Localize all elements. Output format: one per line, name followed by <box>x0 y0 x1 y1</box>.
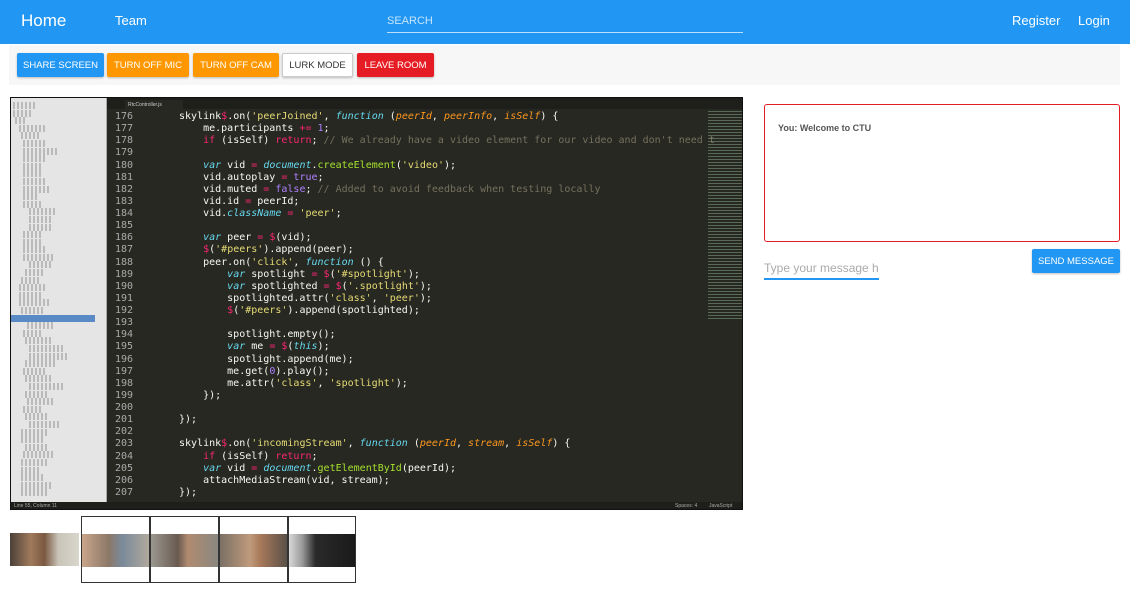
file-tree-row <box>21 276 41 284</box>
participant-video-4[interactable] <box>288 516 356 583</box>
file-tree-row <box>23 329 43 337</box>
file-tree-row <box>21 436 43 444</box>
editor-tab: RtcController.js <box>125 100 183 109</box>
file-tree-row <box>23 139 45 147</box>
turn-off-cam-button[interactable]: TURN OFF CAM <box>193 53 279 77</box>
file-tree-row <box>29 352 67 360</box>
file-tree-row <box>29 382 65 390</box>
file-tree-row <box>23 405 43 413</box>
file-tree-row <box>21 428 49 436</box>
file-tree-row <box>27 322 53 330</box>
file-tree-row <box>23 147 57 155</box>
status-position: Line 55, Column 11 <box>14 503 57 509</box>
code-minimap <box>708 111 742 321</box>
file-tree-row <box>25 413 49 421</box>
nav-login-link[interactable]: Login <box>1078 13 1110 28</box>
file-tree-row <box>21 466 39 474</box>
file-tree-row <box>15 117 27 125</box>
shared-screen-video[interactable]: RtcController.js 176 177 178 179 180 181… <box>10 97 743 510</box>
file-tree-row <box>25 443 49 451</box>
file-tree-row <box>21 307 45 315</box>
lurk-mode-button[interactable]: LURK MODE <box>282 53 353 77</box>
file-tree-row <box>23 451 53 459</box>
file-tree-row <box>25 375 53 383</box>
file-tree-row <box>13 102 35 109</box>
participant-video-2[interactable] <box>150 516 219 583</box>
send-message-button[interactable]: SEND MESSAGE <box>1032 249 1120 273</box>
file-tree-row <box>29 223 53 231</box>
turn-off-mic-button[interactable]: TURN OFF MIC <box>107 53 189 77</box>
nav-register-link[interactable]: Register <box>1012 13 1060 28</box>
chat-message: You: Welcome to CTU <box>778 123 872 133</box>
file-tree-row <box>25 337 53 345</box>
nav-home-link[interactable]: Home <box>21 11 66 31</box>
file-tree-row <box>21 458 47 466</box>
file-tree-row <box>23 231 43 239</box>
file-tree-row <box>29 208 57 216</box>
file-tree-row <box>11 314 95 322</box>
file-tree-row <box>23 193 37 201</box>
file-tree-row <box>23 367 47 375</box>
editor-status-bar: Line 55, Column 11 Spaces: 4 JavaScript <box>11 502 742 509</box>
file-tree-row <box>23 238 41 246</box>
leave-room-button[interactable]: LEAVE ROOM <box>357 53 434 77</box>
file-tree-row <box>23 177 45 185</box>
code-view: skylink$.on('peerJoined', function (peer… <box>179 111 715 498</box>
editor-tab-bar: RtcController.js <box>107 98 742 109</box>
file-tree-row <box>19 124 45 132</box>
participant-video-self[interactable] <box>10 516 79 583</box>
file-tree-row <box>19 284 45 292</box>
file-tree-row <box>29 420 59 428</box>
file-tree-row <box>29 261 51 269</box>
top-navbar: Home Team Register Login <box>0 0 1130 44</box>
search-input[interactable] <box>387 9 743 33</box>
file-tree-row <box>19 291 41 299</box>
file-tree-row <box>21 481 51 489</box>
file-tree-row <box>21 132 39 140</box>
file-tree-row <box>23 246 47 254</box>
file-tree-panel <box>11 98 107 502</box>
participant-video-3[interactable] <box>219 516 288 583</box>
file-tree-row <box>23 185 49 193</box>
line-number-gutter: 176 177 178 179 180 181 182 183 184 185 … <box>114 111 133 498</box>
file-tree-row <box>23 155 47 163</box>
file-tree-row <box>23 253 53 261</box>
file-tree-row <box>29 345 63 352</box>
status-language: JavaScript <box>709 503 733 509</box>
room-controls: SHARE SCREEN TURN OFF MIC TURN OFF CAM L… <box>9 45 1120 85</box>
file-tree-row <box>13 109 33 117</box>
participant-video-1[interactable] <box>81 516 150 583</box>
status-spaces: Spaces: 4 <box>675 503 698 509</box>
file-tree-row <box>19 299 49 307</box>
file-tree-row <box>29 215 51 223</box>
share-screen-button[interactable]: SHARE SCREEN <box>17 53 104 77</box>
chat-messages-box: You: Welcome to CTU <box>764 104 1120 242</box>
file-tree-row <box>23 162 41 170</box>
file-tree-row <box>27 398 53 406</box>
file-tree-row <box>23 170 43 178</box>
message-input[interactable] <box>764 258 879 280</box>
nav-team-link[interactable]: Team <box>115 13 147 28</box>
file-tree-row <box>25 390 47 398</box>
file-tree-row <box>25 269 43 277</box>
file-tree-row <box>25 360 55 368</box>
file-tree-row <box>21 474 45 482</box>
file-tree-row <box>21 489 47 497</box>
file-tree-row <box>23 200 43 208</box>
